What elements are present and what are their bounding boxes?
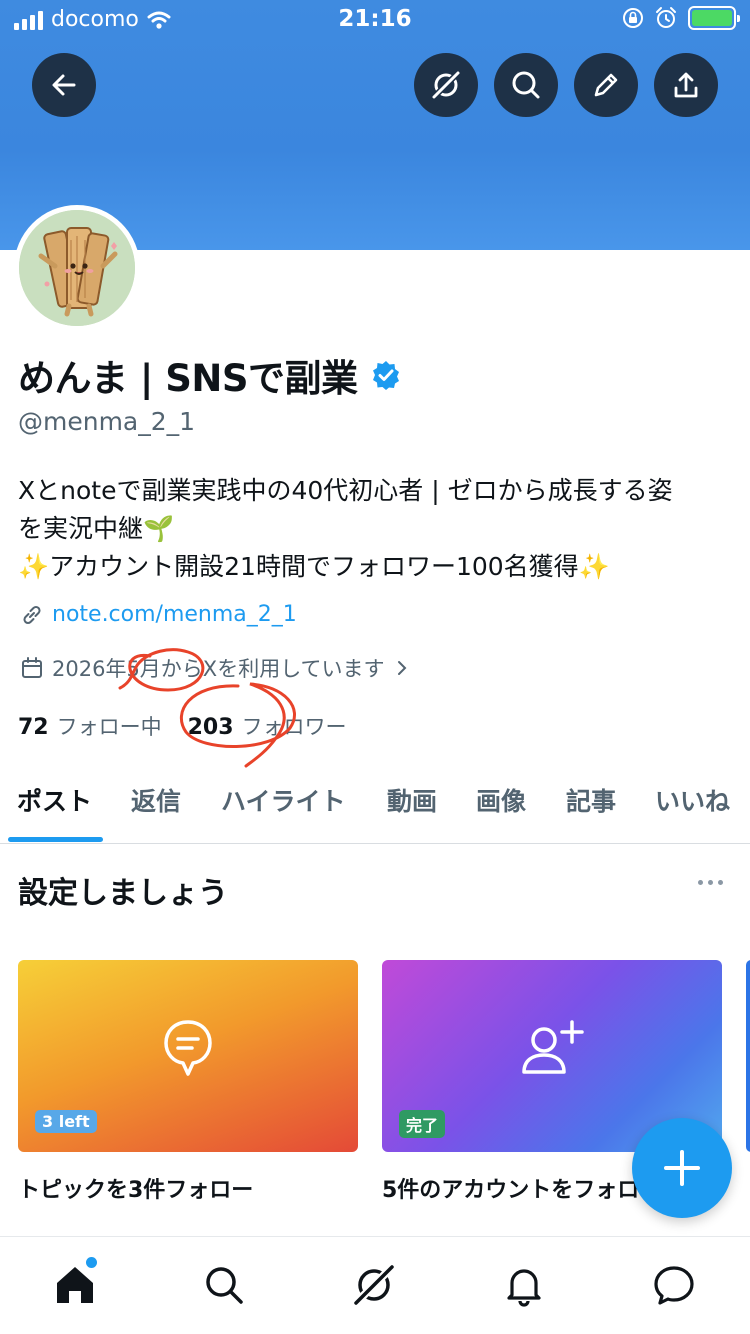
follow-stats: 72 フォロー中 203 フォロワー xyxy=(18,711,347,741)
followers-label[interactable]: フォロワー xyxy=(242,711,347,741)
bell-icon xyxy=(507,1269,541,1307)
active-tab-indicator xyxy=(8,837,103,842)
pencil-icon xyxy=(594,73,618,97)
nav-grok[interactable] xyxy=(350,1261,398,1309)
grok-icon xyxy=(432,71,460,99)
display-name: めんま | SNSで副業 xyxy=(18,357,358,400)
add-user-icon xyxy=(522,1020,584,1074)
profile-link-text[interactable]: note.com/menma_2_1 xyxy=(52,602,297,627)
tab-articles[interactable]: 記事 xyxy=(566,782,616,818)
home-notification-dot xyxy=(86,1257,97,1268)
tab-highlights[interactable]: ハイライト xyxy=(221,782,346,818)
more-options-icon[interactable] xyxy=(698,880,723,885)
arrow-left-icon xyxy=(52,74,76,96)
bio-line: を実況中継🌱 xyxy=(18,514,175,543)
battery-icon xyxy=(688,6,740,30)
tab-posts[interactable]: ポスト xyxy=(17,782,92,818)
nav-messages[interactable] xyxy=(650,1261,698,1309)
compose-button[interactable] xyxy=(632,1118,732,1218)
tab-replies[interactable]: 返信 xyxy=(131,782,181,818)
edit-button[interactable] xyxy=(574,53,638,117)
status-bar: docomo 21:16 xyxy=(0,0,750,40)
link-icon xyxy=(23,605,41,624)
grok-button[interactable] xyxy=(414,53,478,117)
search-button[interactable] xyxy=(494,53,558,117)
home-icon xyxy=(57,1267,93,1303)
profile-name-row: めんま | SNSで副業 xyxy=(18,348,402,402)
messages-icon xyxy=(654,1266,694,1305)
topic-bubble-icon xyxy=(164,1020,212,1076)
rotation-lock-icon xyxy=(623,8,643,28)
profile-tabs: ポスト 返信 ハイライト 動画 画像 記事 いいね xyxy=(0,768,750,844)
grok-icon xyxy=(354,1265,394,1305)
search-icon xyxy=(206,1267,243,1304)
plus-icon xyxy=(664,1150,700,1186)
card-badge: 3 left xyxy=(35,1110,97,1133)
tab-images[interactable]: 画像 xyxy=(476,782,526,818)
joined-text: 2026年5月からXを利用しています xyxy=(52,657,385,681)
alarm-icon xyxy=(656,7,676,28)
profile-link[interactable]: note.com/menma_2_1 xyxy=(20,602,297,627)
card-caption: トピックを3件フォロー xyxy=(18,1178,254,1203)
avatar[interactable] xyxy=(14,205,140,331)
tab-videos[interactable]: 動画 xyxy=(387,782,437,818)
back-button[interactable] xyxy=(32,53,96,117)
search-icon xyxy=(512,71,540,99)
setup-card-topics[interactable]: 3 left xyxy=(18,960,358,1152)
menma-character-illustration xyxy=(19,210,135,326)
profile-handle: @menma_2_1 xyxy=(18,407,196,436)
followers-count[interactable]: 203 xyxy=(188,715,234,740)
following-label[interactable]: フォロー中 xyxy=(57,711,162,741)
calendar-icon xyxy=(22,657,42,678)
tab-likes[interactable]: いいね xyxy=(655,782,730,818)
profile-bio: Xとnoteで副業実践中の40代初心者 | ゼロから成長する姿 を実況中継🌱 ✨… xyxy=(18,472,730,586)
chevron-right-icon xyxy=(397,661,406,675)
verified-badge-icon[interactable] xyxy=(370,359,402,391)
following-count[interactable]: 72 xyxy=(18,715,49,740)
bio-line: ✨アカウント開設21時間でフォロワー100名獲得✨ xyxy=(18,552,610,581)
nav-home[interactable] xyxy=(51,1261,99,1309)
nav-search[interactable] xyxy=(200,1261,248,1309)
joined-date[interactable]: 2026年5月からXを利用しています xyxy=(20,653,411,683)
share-icon xyxy=(674,72,698,98)
bottom-nav xyxy=(0,1236,750,1334)
card-badge: 完了 xyxy=(399,1110,446,1138)
setup-card-next[interactable] xyxy=(746,960,750,1152)
bio-line: Xとnoteで副業実践中の40代初心者 | ゼロから成長する姿 xyxy=(18,476,673,505)
share-button[interactable] xyxy=(654,53,718,117)
nav-notifications[interactable] xyxy=(500,1261,548,1309)
section-title: 設定しましょう xyxy=(18,876,228,911)
